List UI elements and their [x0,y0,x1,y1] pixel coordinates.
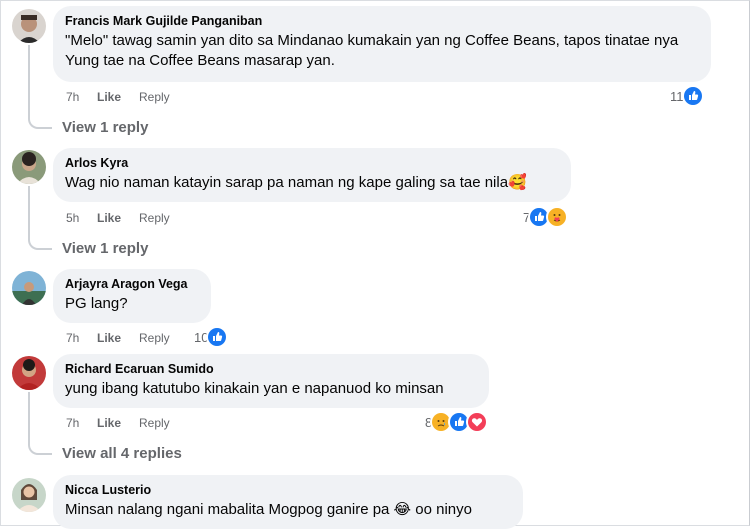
care-icon [546,206,569,228]
like-button[interactable]: Like [97,330,121,346]
reply-button[interactable]: Reply [139,210,170,226]
reaction-summary[interactable]: 11 [670,85,704,107]
comment-author[interactable]: Richard Ecaruan Sumido [65,361,477,377]
comment-author[interactable]: Francis Mark Gujilde Panganiban [65,13,699,29]
comment-time[interactable]: 7h [66,330,79,346]
comment-text: yung ibang katutubo kinakain yan e napan… [65,380,444,397]
comment-bubble: Nicca Lusterio Minsan nalang ngani mabal… [53,475,523,529]
avatar[interactable] [12,356,46,390]
thread-line [28,392,30,443]
comment-text: "Melo" tawag samin yan dito sa Mindanao … [65,32,679,69]
thread-line [28,186,30,238]
avatar[interactable] [12,271,46,305]
comment-time[interactable]: 7h [66,415,79,431]
thread-line [28,117,52,129]
comment-bubble: Francis Mark Gujilde Panganiban "Melo" t… [53,6,711,82]
comment-time[interactable]: 7h [66,89,79,105]
view-replies-link[interactable]: View 1 reply [62,118,148,138]
like-icon [206,326,229,348]
like-button[interactable]: Like [97,89,121,105]
reply-button[interactable]: Reply [139,330,170,346]
comment-author[interactable]: Arlos Kyra [65,155,559,171]
reply-button[interactable]: Reply [139,89,170,105]
thread-line [28,45,30,117]
thread-line [28,238,52,250]
reaction-summary[interactable]: 7 [523,206,569,228]
reaction-summary[interactable]: 10 [194,326,229,348]
like-icon [681,85,704,107]
comment-time[interactable]: 5h [66,210,79,226]
comments-panel: Francis Mark Gujilde Panganiban "Melo" t… [0,0,750,529]
comment-text: PG lang? [65,295,128,312]
avatar[interactable] [12,478,46,512]
avatar[interactable] [12,150,46,184]
avatar[interactable] [12,9,46,43]
reply-button[interactable]: Reply [139,415,170,431]
view-replies-link[interactable]: View all 4 replies [62,444,182,464]
comment-bubble: Richard Ecaruan Sumido yung ibang katutu… [53,354,489,408]
reaction-summary[interactable]: 8 [425,411,489,433]
love-icon [466,411,489,433]
thread-line [28,443,52,455]
comment-author[interactable]: Arjayra Aragon Vega [65,276,199,292]
comment-author[interactable]: Nicca Lusterio [65,482,511,498]
like-button[interactable]: Like [97,415,121,431]
comment-text: Wag nio naman katayin sarap pa naman ng … [65,174,527,191]
comment-text: Minsan nalang ngani mabalita Mogpog gani… [65,501,472,518]
like-button[interactable]: Like [97,210,121,226]
comment-bubble: Arjayra Aragon Vega PG lang? [53,269,211,323]
view-replies-link[interactable]: View 1 reply [62,239,148,259]
comment-bubble: Arlos Kyra Wag nio naman katayin sarap p… [53,148,571,202]
